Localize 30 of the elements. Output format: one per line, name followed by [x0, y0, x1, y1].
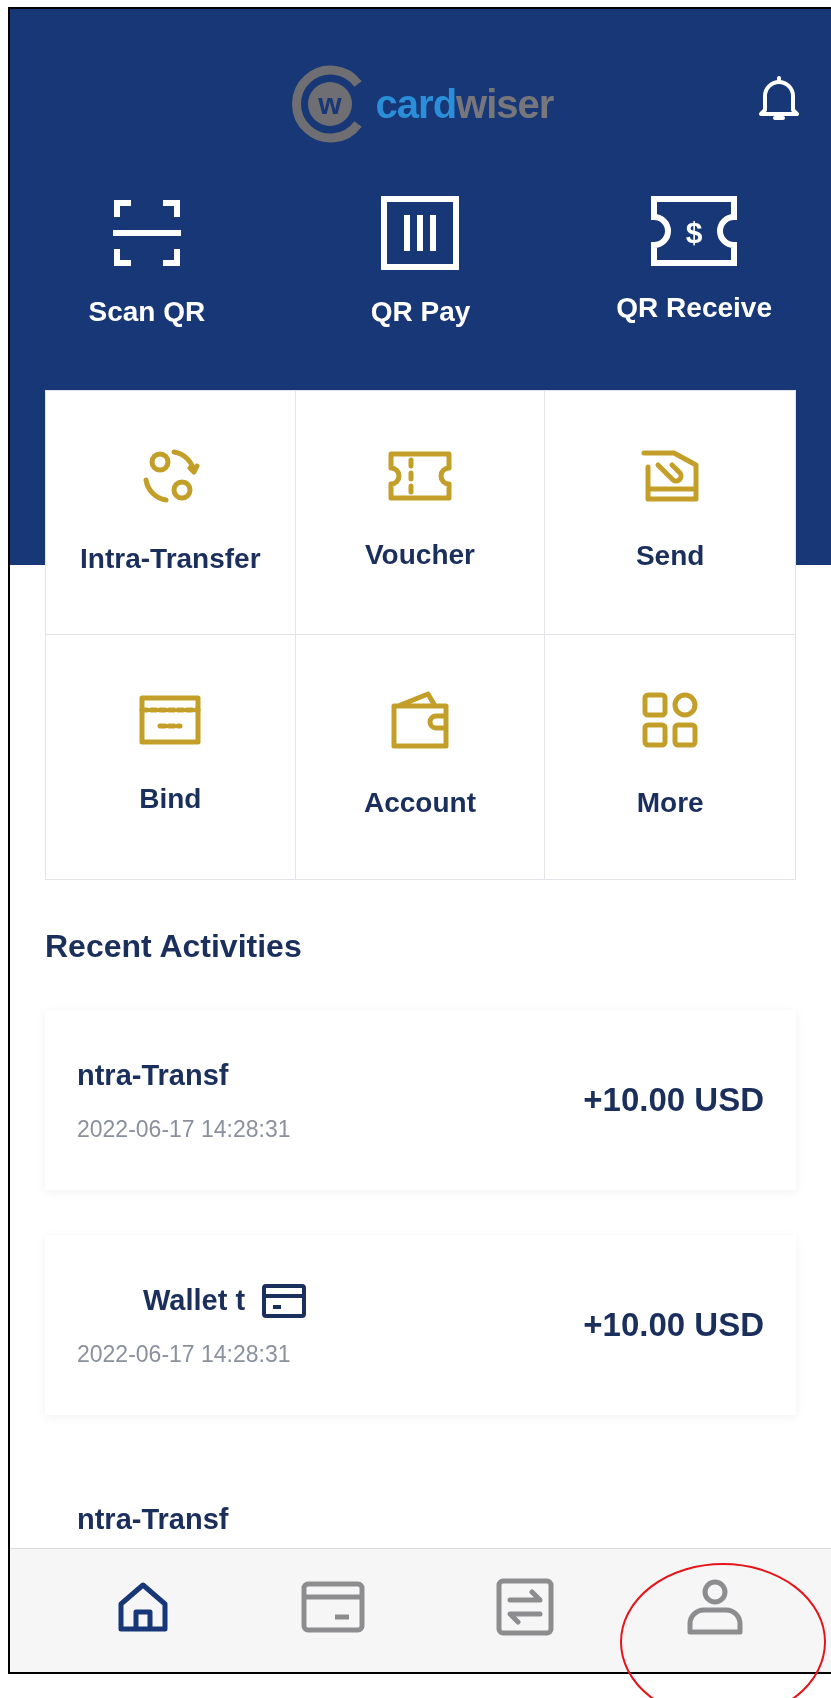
ticket-icon	[387, 449, 453, 502]
section-heading: Recent Activities	[45, 927, 303, 966]
card-icon	[138, 694, 203, 746]
action-label[interactable]: Scan QR	[88, 291, 206, 333]
service-label: Send	[635, 538, 705, 573]
card-icon	[300, 1580, 365, 1633]
activity-time: 2022-06-17 14:28:31	[77, 1339, 291, 1369]
service-tile[interactable]: Intra-Transfer	[46, 391, 296, 635]
activity-card[interactable]: Wallet t 2022-06-17 14:28:31 +10.00 USD	[45, 1235, 796, 1415]
activity-time: 2022-06-17 14:28:31	[77, 1114, 291, 1144]
barcode-frame-icon[interactable]	[380, 195, 461, 271]
action-label[interactable]: QR Receive	[616, 287, 772, 329]
activity-amount: +10.00 USD	[583, 1080, 764, 1121]
service-label: Intra-Transfer	[80, 541, 261, 576]
logo-text: cardwiser	[375, 81, 554, 128]
activity-card[interactable]: ntra-Transf 2022-06-17 14:28:31 +10.00 USD	[45, 1010, 796, 1190]
service-label: Bind	[139, 782, 202, 816]
activity-title: Wallet t	[143, 1283, 246, 1318]
swap-arrows-icon	[496, 1577, 555, 1636]
action-label[interactable]: QR Pay	[370, 291, 471, 333]
service-tile[interactable]: Voucher	[295, 391, 546, 635]
activity-title: ntra-Transf	[77, 1502, 229, 1537]
service-label: Account	[364, 786, 476, 820]
dollar-ticket-icon[interactable]: $	[650, 195, 739, 267]
service-label: Voucher	[365, 537, 475, 572]
grid-icon	[640, 690, 701, 750]
service-label: More	[636, 786, 704, 820]
activity-amount: +10.00 USD	[583, 1305, 764, 1346]
activity-title: ntra-Transf	[77, 1058, 229, 1093]
person-icon	[685, 1577, 746, 1636]
